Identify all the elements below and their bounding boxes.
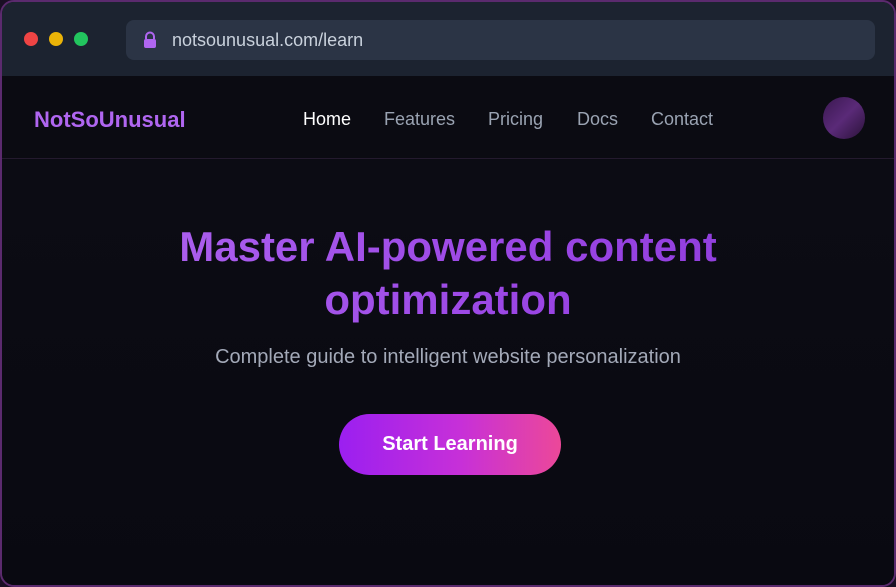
nav-link-features[interactable]: Features <box>384 109 455 130</box>
headline-line-1: Master AI-powered content <box>179 223 717 270</box>
browser-titlebar: notsounusual.com/learn <box>2 2 894 76</box>
user-avatar[interactable] <box>823 97 865 139</box>
nav-link-docs[interactable]: Docs <box>577 109 618 130</box>
hero-headline: Master AI-powered content optimization <box>2 220 894 326</box>
nav-link-home[interactable]: Home <box>303 109 351 130</box>
start-learning-button[interactable]: Start Learning <box>339 414 561 475</box>
address-bar[interactable]: notsounusual.com/learn <box>126 20 875 60</box>
minimize-window-button[interactable] <box>49 32 63 46</box>
lock-icon <box>142 31 158 49</box>
browser-window: notsounusual.com/learn NotSoUnusual Home… <box>0 0 896 587</box>
hero-section: Master AI-powered content optimization C… <box>2 160 894 585</box>
brand-logo[interactable]: NotSoUnusual <box>34 107 186 133</box>
nav-link-pricing[interactable]: Pricing <box>488 109 543 130</box>
hero-subtitle: Complete guide to intelligent website pe… <box>215 346 681 368</box>
url-text: notsounusual.com/learn <box>172 30 364 50</box>
site-navbar: NotSoUnusual Home Features Pricing Docs … <box>2 76 894 159</box>
headline-line-2: optimization <box>324 276 572 323</box>
nav-link-contact[interactable]: Contact <box>651 109 713 130</box>
maximize-window-button[interactable] <box>74 32 88 46</box>
close-window-button[interactable] <box>24 32 38 46</box>
